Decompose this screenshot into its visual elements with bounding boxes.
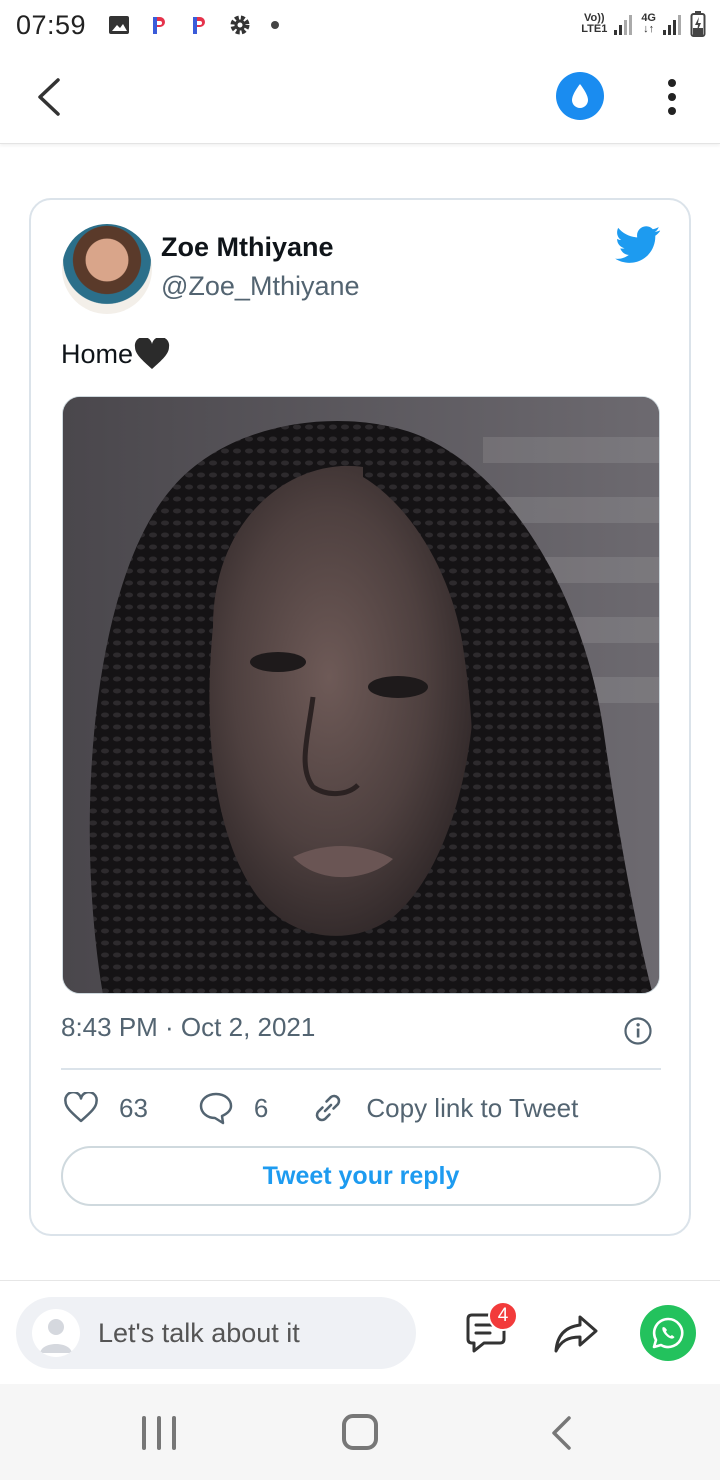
black-heart-icon <box>134 338 170 369</box>
reply-count: 6 <box>253 1092 269 1123</box>
system-nav-bar <box>0 1384 720 1480</box>
tweet-timestamp[interactable]: 8:43 PM · Oct 2, 2021 <box>61 1012 315 1043</box>
signal-icon <box>614 15 633 35</box>
author-handle[interactable]: @Zoe_Mthiyane <box>161 271 360 302</box>
nav-back-icon[interactable] <box>548 1414 574 1452</box>
system-status-icons: Vo)) LTE1 4G ↓↑ <box>581 10 706 38</box>
tweet-text: Home <box>61 338 170 370</box>
tweet-reply-button[interactable]: Tweet your reply <box>61 1146 661 1206</box>
more-options-button[interactable] <box>656 76 688 118</box>
author-avatar[interactable] <box>62 224 152 314</box>
share-arrow-icon[interactable] <box>552 1311 600 1355</box>
status-time: 07:59 <box>16 9 87 40</box>
heart-outline-icon <box>64 1092 98 1123</box>
app-p-icon <box>153 17 166 34</box>
water-drop-icon <box>572 84 588 108</box>
whatsapp-icon <box>652 1317 684 1349</box>
user-placeholder-icon <box>40 1319 72 1353</box>
home-button[interactable] <box>342 1414 378 1450</box>
back-button[interactable] <box>30 76 70 118</box>
tweet-card: Zoe Mthiyane @Zoe_Mthiyane Home 8:43 PM … <box>29 198 691 1236</box>
reply-count-button[interactable]: 6 <box>198 1091 268 1125</box>
whatsapp-share-button[interactable] <box>640 1305 696 1361</box>
tweet-photo[interactable] <box>62 396 660 994</box>
back-arrow-icon <box>38 78 60 116</box>
author-name[interactable]: Zoe Mthiyane <box>161 232 334 263</box>
comment-placeholder: Let's talk about it <box>98 1317 300 1348</box>
like-button[interactable]: 63 <box>63 1092 148 1124</box>
like-count: 63 <box>119 1092 148 1123</box>
portrait-image <box>63 397 659 993</box>
copy-link-button[interactable]: Copy link to Tweet <box>310 1090 578 1126</box>
tweet-actions: 63 6 Copy link to Tweet <box>63 1090 578 1126</box>
status-bar: 07:59 Vo)) LTE1 4G ↓↑ <box>0 0 720 50</box>
app-bar <box>0 50 720 144</box>
user-avatar <box>32 1309 80 1357</box>
sim2-label: 4G ↓↑ <box>641 12 656 35</box>
app-p-icon <box>193 17 206 34</box>
sim1-label: Vo)) LTE1 <box>581 12 608 35</box>
copy-link-label: Copy link to Tweet <box>366 1092 579 1123</box>
recent-apps-button[interactable] <box>142 1416 176 1450</box>
battery-icon <box>690 11 706 37</box>
reply-bubble-icon <box>199 1092 233 1125</box>
notification-icons <box>108 13 280 37</box>
twitter-bird-icon[interactable] <box>615 226 661 264</box>
signal-icon <box>663 15 681 35</box>
comment-count-badge: 4 <box>488 1301 518 1331</box>
comment-input[interactable]: Let's talk about it <box>16 1297 416 1369</box>
more-vert-icon <box>668 79 676 87</box>
dot-icon <box>271 21 280 29</box>
divider <box>61 1068 661 1070</box>
settings-gear-icon <box>230 15 250 35</box>
link-icon <box>316 1094 341 1122</box>
water-drop-button[interactable] <box>556 72 604 120</box>
comment-bar: Let's talk about it 4 <box>0 1280 720 1384</box>
info-icon[interactable] <box>623 1016 653 1046</box>
gallery-icon <box>109 16 130 34</box>
